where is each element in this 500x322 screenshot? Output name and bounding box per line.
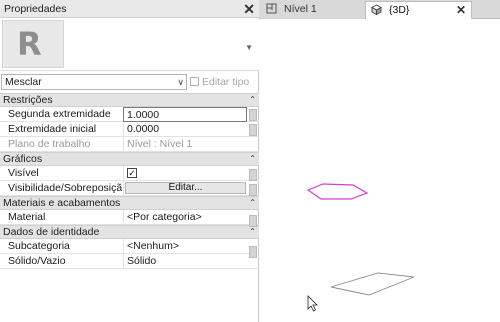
property-label: Material	[8, 211, 46, 223]
instance-filter-select[interactable]: Mesclar ∨	[1, 74, 187, 90]
property-row: Material <Por categoria>	[0, 210, 259, 225]
property-row: Plano de trabalho Nível : Nível 1	[0, 137, 259, 152]
category-header-graficos[interactable]: Gráficos ⌃	[0, 152, 259, 166]
type-selector-area[interactable]: R ▼	[0, 18, 259, 71]
view-area: Nível 1 {3D} ✕	[259, 0, 500, 322]
collapse-icon[interactable]: ⌃	[249, 94, 256, 106]
edit-type-button[interactable]: Editar tipo	[190, 76, 256, 90]
plano-de-trabalho-value: Nível : Nível 1	[123, 137, 247, 152]
visivel-value: ✓	[123, 166, 247, 181]
subcategoria-value[interactable]: <Nenhum>	[123, 239, 247, 254]
property-row: Visibilidade/Sobreposiçã... Editar...	[0, 181, 259, 196]
tab-3d[interactable]: {3D} ✕	[365, 1, 472, 19]
close-icon[interactable]: ✕	[456, 2, 466, 18]
property-label: Sólido/Vazio	[8, 255, 66, 267]
property-row: Subcategoria <Nenhum>	[0, 239, 259, 254]
properties-scrollbar[interactable]	[249, 107, 258, 322]
filter-row: Mesclar ∨ Editar tipo	[0, 72, 259, 92]
property-label: Subcategoria	[8, 240, 70, 252]
category-header-materiais[interactable]: Materiais e acabamentos ⌃	[0, 196, 259, 210]
material-value[interactable]: <Por categoria>	[123, 210, 247, 225]
property-label: Plano de trabalho	[8, 138, 91, 150]
scrollbar-segment[interactable]	[249, 124, 257, 136]
property-label: Extremidade inicial	[8, 123, 97, 135]
segunda-extremidade-input[interactable]: 1.0000	[123, 107, 247, 122]
tab-label: {3D}	[389, 4, 410, 16]
category-header-identidade[interactable]: Dados de identidade ⌃	[0, 225, 259, 239]
revit-logo: R	[17, 25, 42, 63]
property-label: Segunda extremidade	[8, 108, 111, 120]
scrollbar-segment[interactable]	[249, 215, 257, 227]
property-label: Visível	[8, 167, 39, 179]
chevron-down-icon[interactable]: ▼	[245, 43, 253, 52]
visibility-override-value: Editar...	[123, 181, 247, 196]
properties-title-bar[interactable]: Propriedades ✕	[0, 0, 259, 18]
properties-panel: Propriedades ✕ R ▼ Mesclar ∨ Editar tipo…	[0, 0, 259, 322]
category-label: Restrições	[3, 94, 53, 106]
scrollbar-segment[interactable]	[249, 184, 257, 196]
property-label: Visibilidade/Sobreposiçã...	[8, 182, 122, 194]
selected-hexagon-shape[interactable]	[306, 183, 369, 200]
rhombus-shape[interactable]	[330, 272, 415, 296]
floor-plan-icon	[266, 3, 277, 14]
property-row: Segunda extremidade 1.0000	[0, 107, 259, 122]
family-type-thumbnail: R	[2, 20, 64, 68]
chevron-down-icon: ∨	[177, 77, 184, 87]
close-icon[interactable]: ✕	[243, 0, 255, 18]
properties-title: Propriedades	[4, 3, 67, 15]
category-label: Materiais e acabamentos	[3, 197, 121, 209]
scrollbar-segment[interactable]	[249, 109, 257, 121]
category-label: Dados de identidade	[3, 226, 100, 238]
category-header-restricoes[interactable]: Restrições ⌃	[0, 93, 259, 107]
scrollbar-segment[interactable]	[249, 246, 257, 258]
property-row: Sólido/Vazio Sólido	[0, 254, 259, 269]
3d-view-icon	[371, 4, 382, 15]
edit-visibility-button[interactable]: Editar...	[125, 182, 246, 194]
edit-type-label: Editar tipo	[202, 76, 250, 88]
scrollbar-segment[interactable]	[249, 169, 257, 181]
mouse-cursor-icon	[307, 295, 318, 312]
edit-type-icon	[190, 77, 199, 86]
tab-nivel-1[interactable]: Nível 1	[261, 1, 365, 19]
tab-label: Nível 1	[284, 3, 317, 15]
property-row: Visível ✓	[0, 166, 259, 181]
view-tab-bar: Nível 1 {3D} ✕	[259, 0, 500, 19]
category-label: Gráficos	[3, 153, 43, 165]
property-row: Extremidade inicial 0.0000	[0, 122, 259, 137]
extremidade-inicial-value[interactable]: 0.0000	[123, 122, 247, 137]
properties-grid: Restrições ⌃ Segunda extremidade 1.0000 …	[0, 93, 259, 269]
3d-viewport[interactable]	[259, 19, 500, 322]
instance-filter-value: Mesclar	[5, 76, 42, 88]
visible-checkbox[interactable]: ✓	[127, 168, 137, 178]
solido-vazio-value[interactable]: Sólido	[123, 254, 247, 269]
